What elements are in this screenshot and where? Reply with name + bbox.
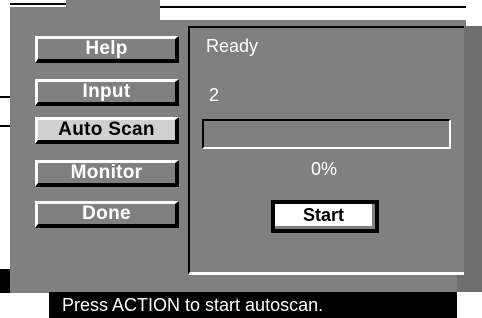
status-bar-message: Press ACTION to start autoscan.: [62, 294, 324, 315]
progress-percent: 0%: [311, 159, 338, 179]
menu-done-button[interactable]: Done: [35, 201, 179, 228]
start-button-face[interactable]: Start: [275, 204, 375, 229]
background-window-top-right: [160, 0, 482, 20]
autoscan-panel: [188, 26, 464, 275]
status-bar: Press ACTION to start autoscan.: [49, 292, 457, 318]
menu-auto-scan-button[interactable]: Auto Scan: [35, 117, 179, 144]
count-value: 2: [209, 85, 220, 105]
background-window-bottom: [0, 293, 49, 318]
background-window-top-right-edge: [160, 6, 482, 8]
background-line-2: [0, 125, 10, 127]
start-button-label: Start: [302, 204, 344, 225]
menu-help-button[interactable]: Help: [35, 36, 179, 63]
menu-help-label: Help: [85, 38, 128, 59]
menu-done-label: Done: [82, 203, 131, 224]
menu-monitor-button[interactable]: Monitor: [35, 160, 179, 187]
background-window-bottom-right: [457, 292, 482, 318]
status-text: Ready: [206, 36, 259, 56]
menu-input-label: Input: [82, 81, 131, 102]
menu-monitor-label: Monitor: [70, 162, 143, 183]
start-button[interactable]: Start: [271, 200, 379, 233]
background-window-top-edge: [10, 3, 66, 5]
background-line-1: [0, 96, 10, 98]
menu-auto-scan-label: Auto Scan: [58, 119, 155, 140]
background-line-3: [0, 269, 10, 293]
menu-input-button[interactable]: Input: [35, 79, 179, 106]
scan-progress-bar: [202, 119, 451, 149]
